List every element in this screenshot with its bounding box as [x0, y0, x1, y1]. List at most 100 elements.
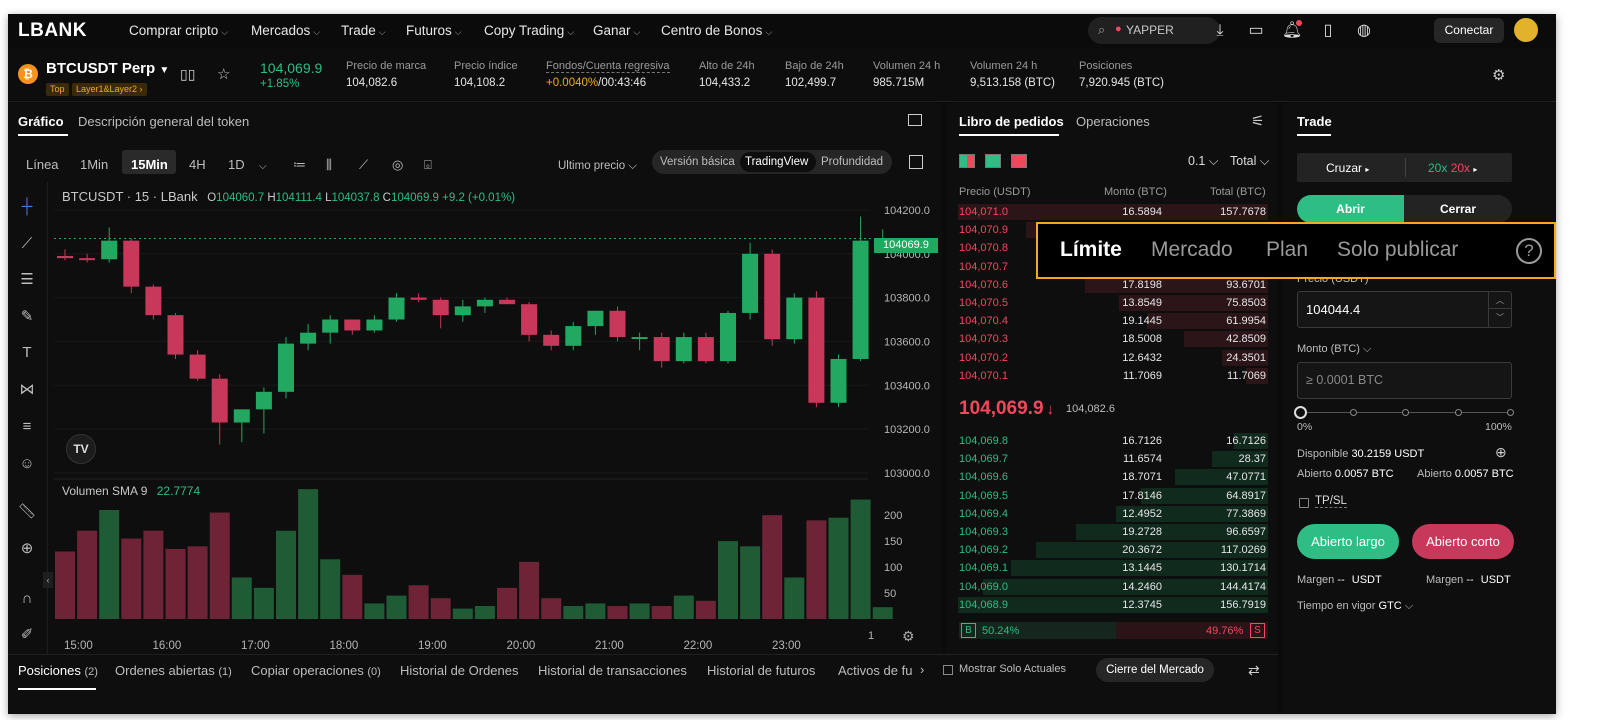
candle-body — [631, 337, 648, 340]
candle-body — [255, 391, 272, 410]
bid-row[interactable]: 104,069.1 13.1445 130.1714 — [958, 559, 1268, 577]
time-in-force-select[interactable]: Tiempo en vigor GTC ⌵ — [1297, 600, 1413, 613]
open-short-button[interactable]: Abierto corto — [1412, 524, 1514, 559]
slider-step-dot[interactable] — [1349, 409, 1357, 416]
bid-row[interactable]: 104,068.9 12.3745 156.7919 — [958, 596, 1268, 614]
row-price: 104,070.4 — [959, 315, 1008, 328]
decrement-icon[interactable]: ﹀ — [1488, 309, 1511, 327]
open-long-button[interactable]: Abierto largo — [1297, 524, 1399, 559]
increment-icon[interactable]: ︿ — [1488, 292, 1511, 309]
download-icon[interactable]: ⤓ — [1208, 19, 1232, 43]
close-market-button[interactable]: Cierre del Mercado — [1096, 658, 1214, 682]
row-amount: 13.1445 — [1122, 562, 1162, 575]
available-value: 30.2159 USDT — [1351, 448, 1425, 460]
book-both-icon[interactable] — [959, 154, 975, 168]
book-asks-icon[interactable] — [1011, 154, 1027, 168]
row-amount: 17.8198 — [1122, 278, 1162, 291]
globe-icon[interactable]: ◍ — [1352, 19, 1376, 43]
wallet-icon[interactable]: ▭ — [1244, 19, 1268, 43]
volume-bar — [430, 598, 451, 619]
sliders-icon[interactable]: ⚟ — [1251, 112, 1264, 130]
margin-mode-button[interactable]: Cruzar ▸ — [1326, 161, 1369, 175]
margin-long-value: -- — [1337, 574, 1345, 586]
tab-count: (0) — [367, 666, 381, 678]
tab-orderbook[interactable]: Libro de pedidos — [959, 114, 1064, 129]
transfer-plus-icon[interactable]: ⊕ — [1495, 444, 1507, 461]
total-mode-select[interactable]: Total ⌵ — [1230, 154, 1269, 169]
mobile-app-icon[interactable]: ▯ — [1316, 19, 1340, 43]
slider-step-dot[interactable] — [1507, 409, 1514, 416]
volume-bar — [121, 538, 142, 619]
tab-trades[interactable]: Operaciones — [1076, 114, 1150, 129]
row-total: 61.9954 — [1226, 315, 1266, 328]
bid-row[interactable]: 104,069.3 19.2728 96.6597 — [958, 523, 1268, 541]
search-icon: ⌕ — [1098, 22, 1106, 37]
settings-icon[interactable]: ⚙ — [1492, 66, 1505, 84]
volume-bar — [607, 606, 628, 619]
row-price: 104,069.7 — [959, 453, 1008, 466]
bid-row[interactable]: 104,069.7 11.6574 28.37 — [958, 450, 1268, 468]
slider-step-dot[interactable] — [1454, 409, 1462, 416]
avatar[interactable] — [1514, 18, 1538, 42]
volume-bar — [55, 551, 75, 619]
precision-select[interactable]: 0.1 ⌵ — [1188, 154, 1218, 169]
tab-transaction-history[interactable]: Historial de transacciones — [538, 663, 687, 678]
volume-bar — [651, 606, 672, 619]
volume-bar — [99, 509, 120, 619]
chart-settings-icon[interactable]: ⚙ — [902, 628, 915, 645]
ask-row[interactable]: 104,070.1 11.7069 11.7069 — [958, 367, 1268, 385]
candle-body — [211, 378, 228, 423]
help-icon[interactable]: ? — [1516, 238, 1542, 264]
bid-row[interactable]: 104,069.6 18.7071 47.0771 — [958, 468, 1268, 486]
bid-row[interactable]: 104,069.5 17.8146 64.8917 — [958, 487, 1268, 505]
notification-dot — [1296, 20, 1302, 26]
amount-unit-select[interactable]: Monto (BTC) ⌵ — [1297, 343, 1371, 356]
leverage-button[interactable]: 20x 20x ▸ — [1428, 161, 1477, 175]
tab-positions[interactable]: Posiciones (2) — [18, 663, 98, 678]
slider-handle[interactable] — [1294, 406, 1307, 419]
chevron-right-icon[interactable]: › — [920, 662, 924, 677]
candle-body — [123, 240, 140, 287]
tpsl-checkbox[interactable] — [1299, 498, 1309, 508]
close-tab[interactable]: Cerrar — [1404, 195, 1512, 223]
ask-row[interactable]: 104,070.4 19.1445 61.9954 — [958, 312, 1268, 330]
swap-icon[interactable]: ⇄ — [1248, 662, 1260, 679]
order-type-tabs: Límite Mercado Plan Solo publicar ? — [1036, 222, 1556, 279]
search-input[interactable]: ⌕ ● YAPPER — [1088, 17, 1220, 44]
bid-row[interactable]: 104,069.0 14.2460 144.4174 — [958, 578, 1268, 596]
tab-open-orders[interactable]: Ordenes abiertas (1) — [115, 663, 232, 678]
bid-row[interactable]: 104,069.2 20.3672 117.0269 — [958, 541, 1268, 559]
order-type-market[interactable]: Mercado — [1151, 238, 1233, 262]
ask-row[interactable]: 104,070.2 12.6432 24.3501 — [958, 349, 1268, 367]
candle-body — [742, 253, 759, 313]
ask-row[interactable]: 104,071.0 16.5894 157.7678 — [958, 203, 1268, 221]
tab-count: (1) — [218, 666, 232, 678]
ask-row[interactable]: 104,070.3 18.5008 42.8509 — [958, 330, 1268, 348]
row-total: 42.8509 — [1226, 333, 1266, 346]
connect-button[interactable]: Conectar — [1434, 18, 1504, 43]
tab-futures-assets[interactable]: Activos de fu — [838, 663, 923, 678]
tab-futures-history[interactable]: Historial de futuros — [707, 663, 815, 678]
tpsl-label[interactable]: TP/SL — [1315, 495, 1347, 508]
book-bids-icon[interactable] — [985, 154, 1001, 168]
amount-slider[interactable] — [1294, 406, 1514, 420]
tab-count: (2) — [84, 666, 98, 678]
show-current-label[interactable]: Mostrar Solo Actuales — [959, 663, 1066, 675]
order-type-post-only[interactable]: Solo publicar — [1337, 238, 1458, 262]
show-current-checkbox[interactable] — [943, 665, 953, 675]
bid-row[interactable]: 104,069.4 12.4952 77.3869 — [958, 505, 1268, 523]
bid-row[interactable]: 104,069.8 16.7126 16.7126 — [958, 432, 1268, 450]
stat-value: 9,513.158 (BTC) — [970, 77, 1056, 89]
tab-order-history[interactable]: Historial de Ordenes — [400, 663, 519, 678]
tab-copy-trades[interactable]: Copiar operaciones (0) — [251, 663, 381, 678]
ask-row[interactable]: 104,070.5 13.8549 75.8503 — [958, 294, 1268, 312]
scale-mode[interactable]: 1 — [868, 630, 874, 642]
row-total: 130.1714 — [1220, 562, 1266, 575]
row-price: 104,069.4 — [959, 507, 1008, 520]
x-tick-label: 21:00 — [595, 640, 624, 652]
order-type-limit[interactable]: Límite — [1060, 238, 1122, 262]
order-type-plan[interactable]: Plan — [1266, 238, 1308, 262]
slider-step-dot[interactable] — [1402, 409, 1409, 416]
row-amount: 18.7071 — [1122, 471, 1162, 484]
open-tab[interactable]: Abrir — [1297, 195, 1404, 223]
